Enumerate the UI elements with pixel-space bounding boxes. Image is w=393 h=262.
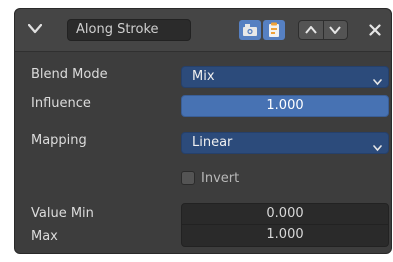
clipboard-icon[interactable] — [263, 20, 285, 40]
modifier-panel: Along Stroke Blend Mode Mix Influence 1.… — [14, 8, 392, 254]
blend-mode-dropdown[interactable]: Mix — [181, 66, 389, 88]
camera-icon[interactable] — [239, 20, 261, 40]
mapping-value: Linear — [192, 135, 233, 150]
modifier-header: Along Stroke — [15, 9, 391, 52]
invert-label: Invert — [201, 170, 240, 186]
mapping-label: Mapping — [31, 133, 87, 148]
invert-toggle[interactable]: Invert — [181, 169, 239, 187]
blend-mode-value: Mix — [192, 69, 215, 84]
triangle-down-icon[interactable] — [322, 21, 348, 39]
close-icon[interactable] — [365, 20, 385, 40]
value-min-label: Value Min — [31, 206, 94, 221]
blend-mode-label: Blend Mode — [31, 67, 108, 82]
chevron-down-icon[interactable] — [25, 19, 45, 39]
mapping-dropdown[interactable]: Linear — [181, 132, 389, 154]
max-label: Max — [31, 229, 58, 244]
triangle-up-icon[interactable] — [299, 21, 323, 39]
invert-checkbox[interactable] — [181, 171, 195, 185]
move-buttons — [298, 20, 348, 40]
modifier-name-field[interactable]: Along Stroke — [67, 19, 191, 41]
influence-label: Influence — [31, 96, 91, 111]
max-field[interactable]: 1.000 — [181, 225, 389, 247]
chevron-down-icon — [373, 73, 382, 93]
modifier-name-text: Along Stroke — [76, 22, 159, 37]
chevron-down-icon — [373, 139, 382, 159]
value-min-field[interactable]: 0.000 — [181, 203, 389, 225]
influence-slider[interactable]: 1.000 — [181, 95, 389, 117]
